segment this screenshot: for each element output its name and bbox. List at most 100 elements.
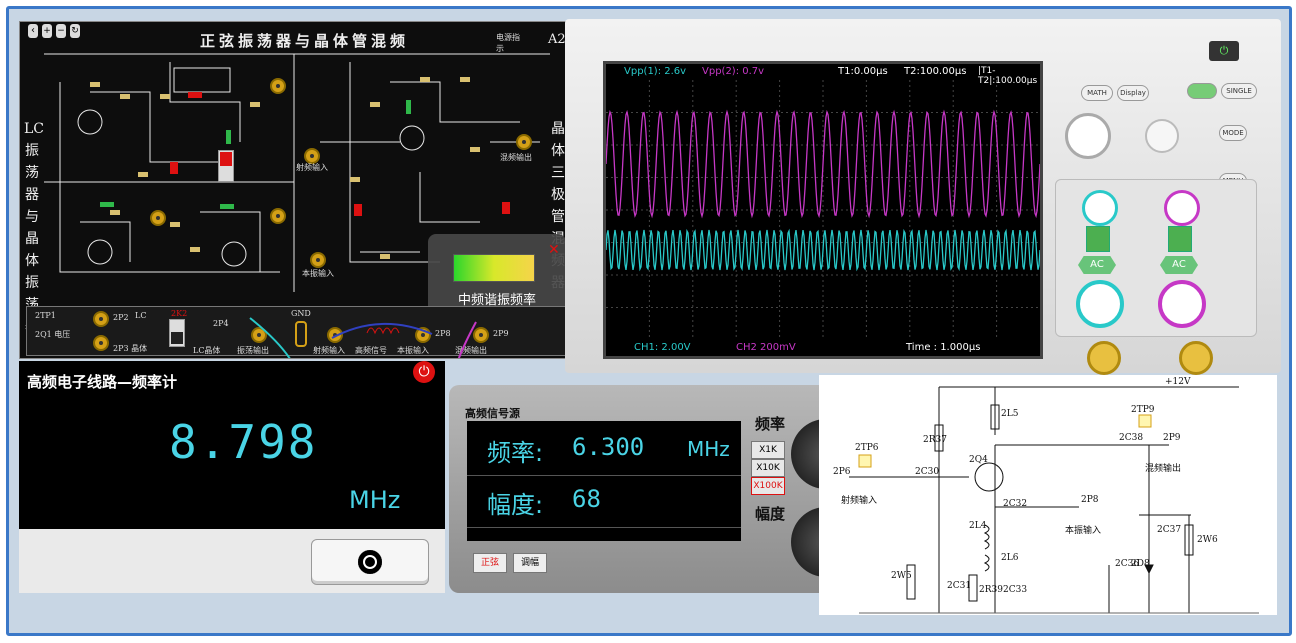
am-button[interactable]: 调幅: [513, 553, 547, 573]
scope-power-button[interactable]: ⏻: [1209, 41, 1239, 61]
ch1-volts-knob[interactable]: [1076, 280, 1124, 328]
gnd-terminal[interactable]: [295, 321, 307, 347]
jack-rf-in[interactable]: [327, 327, 343, 343]
sch-rf-in-label: 射频输入: [841, 496, 878, 506]
p8-label: 2P8: [435, 329, 451, 338]
lc-xtal-label: LC晶体: [193, 346, 221, 355]
jack-2p8[interactable]: [415, 327, 431, 343]
position-knob[interactable]: [1065, 113, 1111, 159]
ch1-bnc-connector[interactable]: [1087, 341, 1121, 375]
single-button[interactable]: SINGLE: [1221, 83, 1257, 99]
freq-key: 频率:: [487, 439, 544, 467]
ch1-position-knob[interactable]: [1082, 190, 1118, 226]
sch-l5-label: 2L5: [1001, 409, 1019, 419]
vpp1-readout: Vpp(1): 2.6v: [624, 66, 687, 77]
sch-c37-label: 2C37: [1157, 525, 1182, 535]
sch-q4-label: 2Q4: [969, 455, 988, 465]
terminal-strip: 2TP1 2Q1 电压 2P2 LC 2P3 晶体 2K2 2P4 LC晶体 振…: [26, 306, 566, 356]
sch-d8-label: 2D8: [1131, 559, 1150, 569]
tp3-label: 2P3 晶体: [113, 344, 148, 353]
sch-r39-label: 2R39: [979, 585, 1003, 595]
frequency-counter: 高频电子线路—频率计 8.798 MHz: [19, 361, 445, 593]
sch-w5-label: 2W5: [891, 571, 912, 581]
switch-2k1[interactable]: [218, 150, 234, 182]
p9-label: 2P9: [493, 329, 509, 338]
q1-label: 2Q1 电压: [35, 330, 71, 339]
freq-section-label: 频率: [755, 415, 786, 433]
scope-waveforms: [606, 80, 1040, 340]
ch2-coupling[interactable]: AC: [1160, 256, 1198, 274]
potentiometer-2w5[interactable]: [354, 204, 362, 216]
amp-section-label: 幅度: [755, 505, 786, 523]
p2-label: 2P2: [113, 313, 129, 322]
circuit-board: 正弦振荡器与晶体管混频 A2 电源指示 ‹ + − ↻ LC振荡器与晶体振荡器 …: [19, 21, 573, 359]
freq-value: 6.300: [572, 433, 645, 461]
mult-x10k-button[interactable]: X10K: [751, 459, 785, 477]
mix-output-label: 混频输出: [500, 153, 532, 162]
jack-2p3[interactable]: [93, 335, 109, 351]
power-icon[interactable]: ⏻: [413, 361, 435, 383]
rf-in2-label: 射频输入: [313, 346, 345, 355]
counter-unit: MHz: [349, 486, 401, 514]
ch2-volts-knob[interactable]: [1158, 280, 1206, 328]
ch2-select-button[interactable]: [1168, 226, 1192, 252]
display-button[interactable]: Display: [1117, 85, 1149, 101]
sch-c31-label: 2C31: [947, 581, 972, 591]
rf-input-label: 射频输入: [296, 163, 328, 172]
mode-button[interactable]: MODE: [1219, 125, 1247, 141]
sine-button[interactable]: 正弦: [473, 553, 507, 573]
tuning-slider[interactable]: [453, 254, 535, 282]
trigger-knob[interactable]: [1145, 119, 1179, 153]
coil-icon: [366, 327, 400, 335]
mix-out2-label: 混频输出: [455, 346, 487, 355]
freq-unit: MHz: [687, 437, 730, 461]
ch2-bnc-connector[interactable]: [1179, 341, 1213, 375]
ch1-coupling[interactable]: AC: [1078, 256, 1116, 274]
math-button[interactable]: MATH: [1081, 85, 1113, 101]
sch-r37-label: 2R37: [923, 435, 947, 445]
sch-l4-label: 2L4: [969, 521, 987, 531]
schematic-diagram: +12V 2TP6 2P6 射频输入 2C30 2Q4 2R37 2L5 2C3…: [819, 375, 1277, 615]
jack-2p9[interactable]: [473, 327, 489, 343]
mult-x100k-button[interactable]: X100K: [751, 477, 785, 495]
scope-screen: Vpp(1): 2.6v Vpp(2): 0.7v T1:0.00μs T2:1…: [603, 61, 1043, 359]
sch-c38-label: 2C38: [1119, 433, 1144, 443]
amp-value: 68: [572, 485, 601, 513]
potentiometer-2w1[interactable]: [188, 92, 202, 98]
counter-value: 8.798: [169, 415, 318, 469]
jack-2p1[interactable]: [270, 78, 286, 94]
potentiometer-2w6[interactable]: [502, 202, 510, 214]
t1-readout: T1:0.00μs: [838, 66, 888, 77]
target-icon: [358, 550, 382, 574]
jack-2p5[interactable]: [270, 208, 286, 224]
counter-button[interactable]: [311, 539, 429, 585]
signal-generator: 高频信号源 频率: 6.300 MHz 幅度: 68 频率 X1K X10K X…: [449, 385, 861, 593]
ch2-position-knob[interactable]: [1164, 190, 1200, 226]
lo-in2-label: 本振输入: [397, 346, 429, 355]
ch1-select-button[interactable]: [1086, 226, 1110, 252]
jack-2p2[interactable]: [93, 311, 109, 327]
oscilloscope: Vpp(1): 2.6v Vpp(2): 0.7v T1:0.00μs T2:1…: [565, 19, 1281, 375]
counter-title: 高频电子线路—频率计: [27, 373, 178, 391]
sch-p6-label: 2P6: [833, 467, 851, 477]
jack-2p8-top[interactable]: [310, 252, 326, 268]
sch-c33-label: 2C33: [1003, 585, 1028, 595]
sch-mix-out-label: 混频输出: [1145, 464, 1182, 474]
sch-p8-label: 2P8: [1081, 495, 1099, 505]
jack-2p4[interactable]: [251, 327, 267, 343]
switch-2k2[interactable]: [169, 319, 185, 347]
jack-2p9-top[interactable]: [516, 134, 532, 150]
run-button[interactable]: [1187, 83, 1217, 99]
close-tooltip-icon[interactable]: ✕: [548, 242, 560, 258]
potentiometer-2w2[interactable]: [170, 162, 178, 174]
generator-title: 高频信号源: [465, 407, 520, 420]
freq-row: 频率: 6.300 MHz: [467, 425, 741, 476]
hf-sig-label: 高频信号: [355, 346, 387, 355]
mult-x1k-button[interactable]: X1K: [751, 441, 785, 459]
jack-2p3-top[interactable]: [150, 210, 166, 226]
gnd-label: GND: [291, 309, 311, 318]
ch2-scale: CH2 200mV: [736, 342, 796, 353]
sch-w6-label: 2W6: [1197, 535, 1218, 545]
sch-vcc-label: +12V: [1165, 377, 1191, 387]
sch-c30-label: 2C30: [915, 467, 940, 477]
